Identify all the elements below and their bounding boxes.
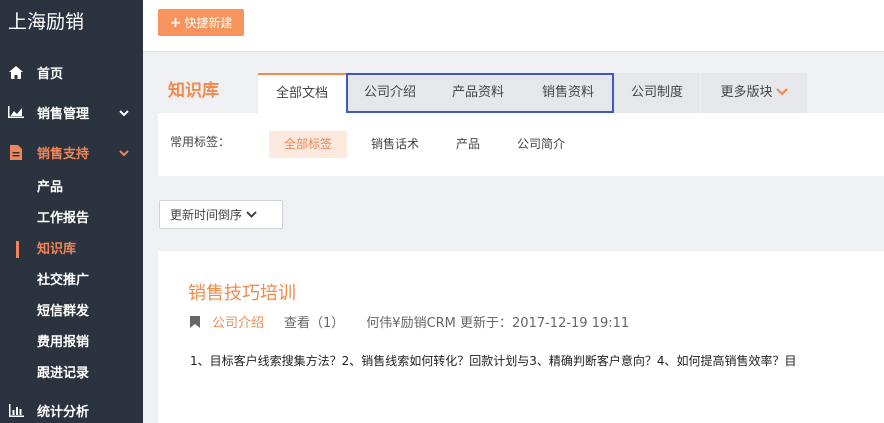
sidebar-item-statistics[interactable]: 统计分析: [0, 392, 143, 423]
sidebar: 上海励销 首页 销售管理 销售支持 产品 工作报告 知识库 社交推广 短信群发 …: [0, 0, 143, 423]
plus-icon: +: [169, 14, 182, 31]
tab-more-sections[interactable]: 更多版块: [701, 73, 807, 113]
quick-new-button[interactable]: + 快捷新建: [158, 9, 244, 36]
chevron-down-icon: [246, 208, 257, 221]
sidebar-item-label: 统计分析: [37, 404, 90, 420]
sidebar-subitem-knowledge-base[interactable]: 知识库: [0, 234, 143, 265]
bar-chart-icon: [8, 402, 24, 418]
tab-company-intro[interactable]: 公司介绍: [346, 73, 434, 113]
tag-sales-scripts[interactable]: 销售话术: [358, 131, 432, 158]
tag-all[interactable]: 全部标签: [269, 131, 347, 158]
sidebar-item-sales-support[interactable]: 销售支持: [0, 134, 143, 170]
sidebar-subitem-follow-up-records[interactable]: 跟进记录: [0, 358, 143, 389]
brand-title: 上海励销: [8, 11, 85, 33]
tab-more-label: 更多版块: [720, 85, 773, 100]
sidebar-subitem-work-report[interactable]: 工作报告: [0, 203, 143, 234]
article-summary: 1、目标客户线索搜集方法？2、销售线索如何转化？回款计划与3、精确判断客户意向？…: [190, 354, 797, 368]
sort-label: 更新时间倒序: [170, 208, 243, 222]
sidebar-subitem-products[interactable]: 产品: [0, 172, 143, 203]
chevron-down-icon: [119, 106, 129, 121]
tab-product-materials[interactable]: 产品资料: [434, 73, 522, 113]
sort-dropdown[interactable]: 更新时间倒序: [159, 200, 283, 229]
top-toolbar: + 快捷新建: [143, 0, 884, 52]
tag-company-profile[interactable]: 公司简介: [504, 131, 578, 158]
article-views: 查看（1）: [284, 316, 345, 331]
kb-tab-bar: 知识库 全部文档 公司介绍 产品资料 销售资料 公司制度 更多版块: [158, 73, 884, 113]
article-card: 销售技巧培训 公司介绍 查看（1） 何伟¥励销CRM 更新于：2017-12-1…: [158, 251, 884, 423]
article-category[interactable]: 公司介绍: [212, 312, 264, 331]
bookmark-icon: [190, 315, 200, 328]
chevron-down-icon: [775, 85, 788, 100]
home-icon: [8, 64, 24, 80]
main-content: + 快捷新建 知识库 全部文档 公司介绍 产品资料 销售资料 公司制度 更多版块…: [143, 0, 884, 423]
tag-product[interactable]: 产品: [443, 131, 493, 158]
chart-area-icon: [8, 104, 24, 120]
tab-sales-materials[interactable]: 销售资料: [522, 73, 614, 113]
sidebar-item-sales-management[interactable]: 销售管理: [0, 94, 143, 130]
common-tags-label: 常用标签：: [170, 135, 231, 149]
sidebar-item-label: 首页: [37, 66, 64, 82]
sidebar-item-label: 销售支持: [37, 146, 90, 162]
page-title: 知识库: [168, 81, 219, 101]
article-title[interactable]: 销售技巧培训: [188, 279, 296, 305]
quick-new-label: 快捷新建: [184, 16, 233, 30]
chevron-down-icon: [119, 146, 129, 161]
article-author-update: 何伟¥励销CRM 更新于：2017-12-19 19:11: [366, 316, 630, 331]
sidebar-item-label: 销售管理: [37, 106, 90, 122]
tab-all-documents[interactable]: 全部文档: [258, 73, 346, 113]
file-icon: [8, 144, 24, 160]
sidebar-subitem-expense-claims[interactable]: 费用报销: [0, 327, 143, 358]
tab-company-policies[interactable]: 公司制度: [614, 73, 700, 113]
sidebar-subitem-social-promotion[interactable]: 社交推广: [0, 265, 143, 296]
sidebar-item-home[interactable]: 首页: [0, 54, 143, 90]
sidebar-subitem-sms-broadcast[interactable]: 短信群发: [0, 296, 143, 327]
article-meta: 公司介绍 查看（1） 何伟¥励销CRM 更新于：2017-12-19 19:11: [190, 312, 629, 331]
knowledge-base-panel: 知识库 全部文档 公司介绍 产品资料 销售资料 公司制度 更多版块 常用标签： …: [158, 73, 884, 176]
